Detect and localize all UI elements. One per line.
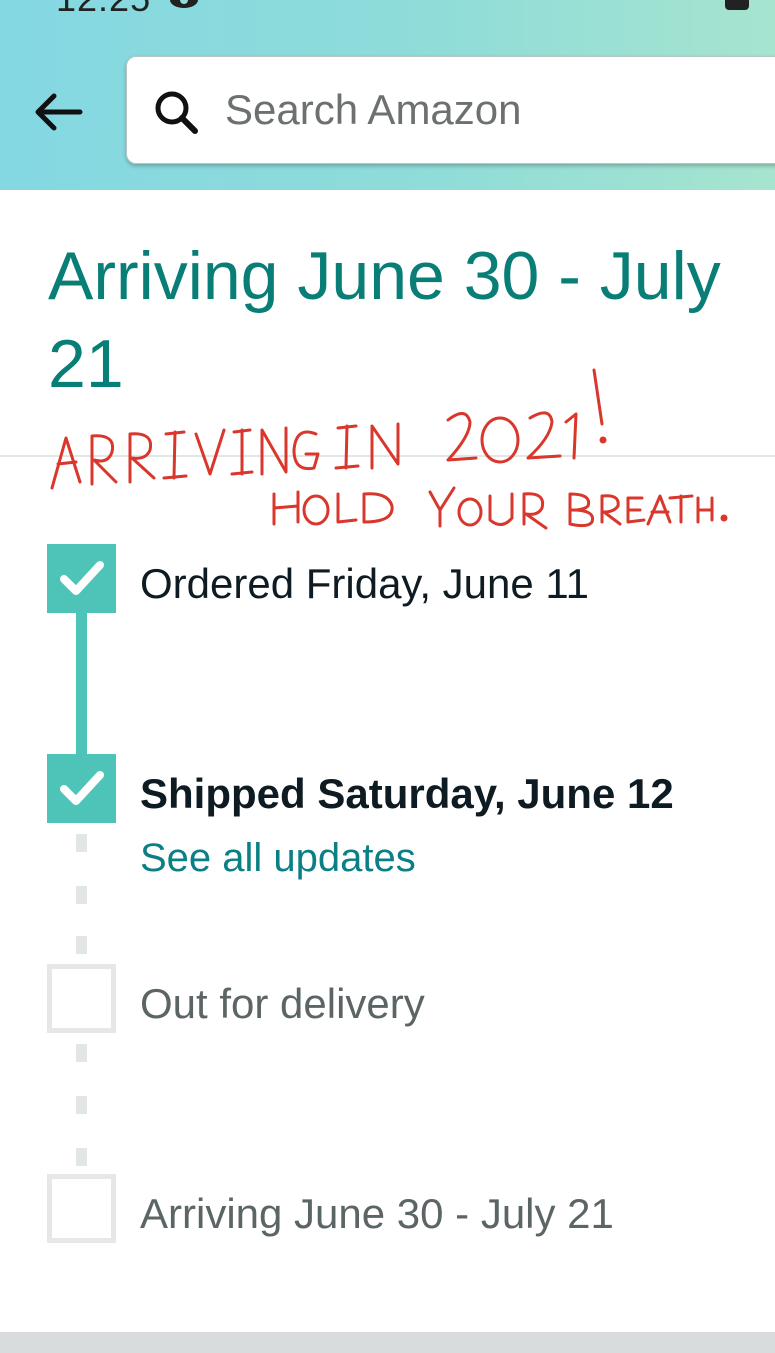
status-time: 12:25 — [56, 0, 151, 20]
progress-dash — [76, 886, 87, 904]
progress-dash — [76, 1148, 87, 1166]
step-arriving-box — [47, 1174, 116, 1243]
progress-line-complete — [76, 612, 87, 757]
progress-dash — [76, 1096, 87, 1114]
search-icon — [153, 89, 199, 140]
step-ordered-label: Ordered Friday, June 11 — [140, 560, 589, 607]
progress-dash — [76, 1044, 87, 1062]
progress-dash — [76, 936, 87, 954]
search-box[interactable] — [126, 56, 775, 164]
see-all-updates-link[interactable]: See all updates — [140, 836, 416, 881]
step-arriving-label: Arriving June 30 - July 21 — [140, 1190, 614, 1237]
handwritten-annotation — [50, 368, 728, 530]
step-ordered-check — [47, 544, 116, 613]
back-button[interactable] — [26, 84, 90, 140]
search-input[interactable] — [225, 77, 745, 143]
back-arrow-icon — [35, 93, 83, 131]
step-shipped-check — [47, 754, 116, 823]
bottom-separator — [0, 1332, 775, 1353]
checkmark-icon — [60, 771, 104, 805]
eye-icon — [168, 0, 200, 15]
step-out-for-delivery-box — [47, 964, 116, 1033]
app-header: 12:25 — [0, 0, 775, 190]
checkmark-icon — [60, 561, 104, 595]
step-out-for-delivery-label: Out for delivery — [140, 980, 425, 1027]
status-icon — [722, 0, 752, 19]
progress-dash — [76, 834, 87, 852]
step-shipped-label: Shipped Saturday, June 12 — [140, 770, 674, 817]
